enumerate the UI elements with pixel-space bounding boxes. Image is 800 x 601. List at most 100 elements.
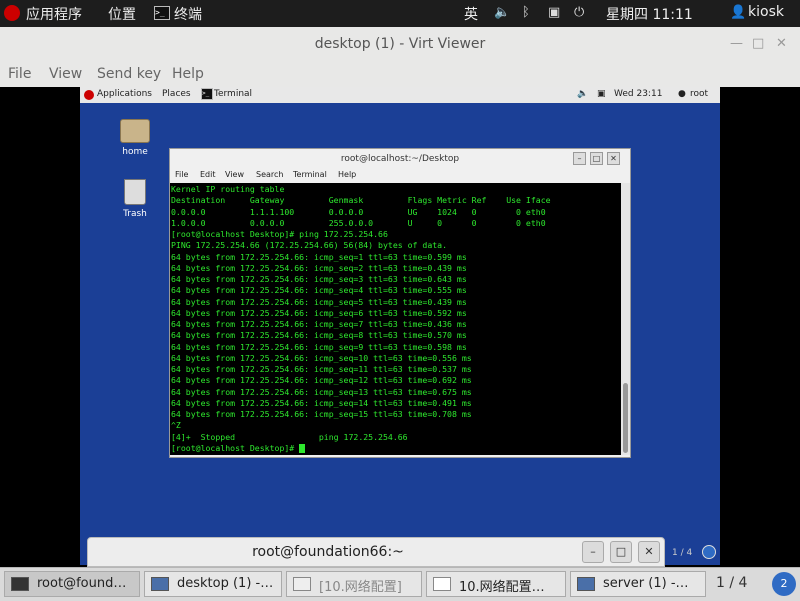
- host-terminal-close-icon[interactable]: ✕: [638, 541, 660, 563]
- guest-user-icon: ●: [678, 89, 686, 99]
- host-user-menu[interactable]: kiosk: [748, 4, 784, 20]
- virt-viewer-titlebar: desktop (1) - Virt Viewer — □ ✕: [0, 27, 800, 64]
- guest-applications-menu[interactable]: Applications: [97, 89, 152, 99]
- network-icon[interactable]: ▣: [548, 5, 560, 20]
- terminal-line: 64 bytes from 172.25.254.66: icmp_seq=4 …: [171, 285, 467, 296]
- user-icon: 👤: [730, 5, 747, 20]
- task-network-config-minimized[interactable]: [10.网络配置]: [286, 571, 422, 597]
- terminal-line: 0.0.0.0 1.1.1.100 0.0.0.0 UG 1024 0 0 et…: [171, 206, 546, 217]
- guest-redhat-icon: [84, 90, 94, 100]
- terminal-scrollbar[interactable]: [621, 183, 630, 455]
- host-terminal-title: root@foundation66:~: [252, 544, 404, 560]
- guest-menu-search[interactable]: Search: [256, 170, 283, 179]
- maximize-icon[interactable]: □: [752, 36, 764, 51]
- guest-user-menu[interactable]: root: [690, 89, 708, 99]
- terminal-line: 64 bytes from 172.25.254.66: icmp_seq=9 …: [171, 341, 467, 352]
- task-desktop-virt-viewer[interactable]: desktop (1) -…: [144, 571, 282, 597]
- task-root-terminal[interactable]: root@found…: [4, 571, 140, 597]
- task-label: desktop (1) -…: [177, 576, 274, 591]
- terminal-line: 64 bytes from 172.25.254.66: icmp_seq=14…: [171, 397, 472, 408]
- host-terminal-minimize-icon[interactable]: –: [582, 541, 604, 563]
- workspace-badge-icon[interactable]: 2: [772, 572, 796, 596]
- guest-clock[interactable]: Wed 23:11: [614, 89, 662, 99]
- host-top-bar: 应用程序 位置 >_ 终端 英 🔈 ᛒ ▣ ⏻ 星期四 11:11 👤 kios…: [0, 0, 800, 27]
- task-label: server (1) -…: [603, 576, 689, 591]
- guest-places-menu[interactable]: Places: [162, 89, 191, 99]
- task-label: root@found…: [37, 576, 127, 591]
- terminal-line: 64 bytes from 172.25.254.66: icmp_seq=8 …: [171, 330, 467, 341]
- terminal-output[interactable]: Kernel IP routing table Destination Gate…: [170, 183, 621, 455]
- guest-menu-help[interactable]: Help: [338, 170, 356, 179]
- volume-icon[interactable]: 🔈: [494, 5, 510, 20]
- menu-help[interactable]: Help: [172, 66, 204, 82]
- task-server-virt-viewer[interactable]: server (1) -…: [570, 571, 706, 597]
- terminal-line: 64 bytes from 172.25.254.66: icmp_seq=5 …: [171, 296, 467, 307]
- guest-volume-icon[interactable]: 🔈: [577, 89, 588, 99]
- desktop-trash-icon[interactable]: Trash: [105, 179, 165, 219]
- home-label: home: [122, 147, 148, 157]
- guest-terminal-window[interactable]: root@localhost:~/Desktop – □ ✕ File Edit…: [169, 148, 631, 458]
- guest-terminal-app-icon: >_: [201, 88, 213, 100]
- virt-viewer-title: desktop (1) - Virt Viewer: [314, 36, 486, 52]
- task-network-config[interactable]: 10.网络配置…: [426, 571, 566, 597]
- terminal-text: Kernel IP routing table Destination Gate…: [170, 183, 621, 455]
- close-icon[interactable]: ✕: [776, 36, 787, 51]
- active-app-label[interactable]: 终端: [174, 4, 202, 24]
- guest-menu-edit[interactable]: Edit: [200, 170, 216, 179]
- terminal-line: 64 bytes from 172.25.254.66: icmp_seq=7 …: [171, 319, 467, 329]
- guest-terminal-titlebar: root@localhost:~/Desktop: [170, 149, 630, 169]
- trash-icon: [124, 179, 146, 205]
- menu-view[interactable]: View: [49, 66, 82, 82]
- terminal-line: 64 bytes from 172.25.254.66: icmp_seq=1 …: [171, 251, 467, 262]
- minimize-icon[interactable]: —: [730, 36, 743, 51]
- terminal-line: 64 bytes from 172.25.254.66: icmp_seq=3 …: [171, 274, 467, 284]
- workspace-small-badge-icon: [702, 545, 716, 559]
- task-label: 10.网络配置…: [459, 580, 545, 595]
- terminal-line: ^Z: [171, 420, 181, 431]
- desktop-home-icon[interactable]: home: [105, 119, 165, 157]
- bluetooth-icon[interactable]: ᛒ: [522, 5, 530, 20]
- virt-viewer-menubar: File View Send key Help: [0, 63, 800, 87]
- guest-network-icon[interactable]: ▣: [597, 89, 606, 99]
- scrollbar-thumb[interactable]: [623, 383, 628, 453]
- menu-file[interactable]: File: [8, 66, 31, 82]
- terminal-prompt: [root@localhost Desktop]#: [171, 442, 300, 453]
- terminal-line: PING 172.25.254.66 (172.25.254.66) 56(84…: [171, 240, 448, 251]
- document-task-icon: [293, 577, 311, 591]
- host-clock[interactable]: 星期四 11:11: [606, 4, 693, 24]
- terminal-cursor: [299, 443, 306, 453]
- guest-maximize-icon[interactable]: □: [590, 152, 603, 165]
- menu-send-key[interactable]: Send key: [97, 66, 161, 82]
- workspace-small-label: 1 / 4: [672, 548, 693, 558]
- terminal-line: 64 bytes from 172.25.254.66: icmp_seq=6 …: [171, 307, 467, 318]
- terminal-line: 64 bytes from 172.25.254.66: icmp_seq=13…: [171, 386, 472, 397]
- home-folder-icon: [120, 119, 150, 143]
- workspace-pager[interactable]: 1 / 4: [716, 575, 747, 591]
- terminal-line: 64 bytes from 172.25.254.66: icmp_seq=11…: [171, 364, 472, 374]
- host-terminal-window[interactable]: root@foundation66:~ – □ ✕: [87, 537, 665, 567]
- guest-menu-file[interactable]: File: [175, 170, 188, 179]
- redhat-logo-icon: [4, 5, 20, 21]
- power-icon[interactable]: ⏻: [574, 5, 584, 20]
- guest-terminal-title: root@localhost:~/Desktop: [340, 154, 460, 164]
- workspace-indicator-small[interactable]: 1 / 4: [668, 545, 720, 563]
- input-method-indicator[interactable]: 英: [464, 4, 478, 24]
- guest-close-icon[interactable]: ✕: [607, 152, 620, 165]
- monitor-task-icon: [151, 577, 169, 591]
- guest-minimize-icon[interactable]: –: [573, 152, 586, 165]
- terminal-line: 64 bytes from 172.25.254.66: icmp_seq=15…: [171, 409, 472, 419]
- guest-menu-view[interactable]: View: [225, 170, 244, 179]
- applications-menu[interactable]: 应用程序: [26, 4, 82, 24]
- terminal-line: 64 bytes from 172.25.254.66: icmp_seq=2 …: [171, 262, 467, 273]
- terminal-line: 1.0.0.0 0.0.0.0 255.0.0.0 U 0 0 0 eth0: [171, 217, 546, 228]
- terminal-task-icon: [11, 577, 29, 591]
- guest-top-bar: Applications Places >_ Terminal 🔈 ▣ Wed …: [80, 87, 720, 103]
- trash-label: Trash: [123, 209, 147, 219]
- terminal-line: Kernel IP routing table: [171, 184, 285, 194]
- guest-active-app[interactable]: Terminal: [214, 89, 252, 99]
- guest-menu-terminal[interactable]: Terminal: [293, 170, 327, 179]
- document-task-icon: [433, 577, 451, 591]
- host-terminal-maximize-icon[interactable]: □: [610, 541, 632, 563]
- places-menu[interactable]: 位置: [108, 4, 136, 24]
- guest-display[interactable]: Applications Places >_ Terminal 🔈 ▣ Wed …: [80, 87, 720, 565]
